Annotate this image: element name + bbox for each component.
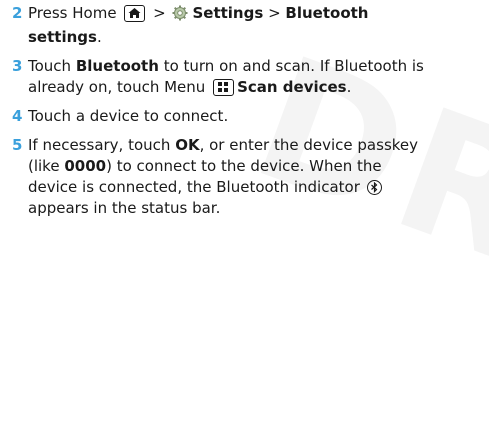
bluetooth-indicator-icon [366,180,382,195]
settings-gear-icon [172,5,188,27]
home-key-icon [124,5,146,22]
step-4: 4 Touch a device to connect. [12,107,229,125]
step-number: 2 [12,4,23,22]
step-2: 2 Press Home > Settings > Bluetooth sett… [12,4,369,46]
step-5: 5 If necessary, touch OK, or enter the d… [12,136,419,217]
step-number: 5 [12,136,23,154]
menu-key-icon [213,79,235,96]
step-3: 3 Touch Bluetooth to turn on and scan. I… [12,57,424,96]
step-number: 3 [12,57,23,75]
instruction-steps: 2 Press Home > Settings > Bluetooth sett… [12,3,487,227]
step-number: 4 [12,107,23,125]
